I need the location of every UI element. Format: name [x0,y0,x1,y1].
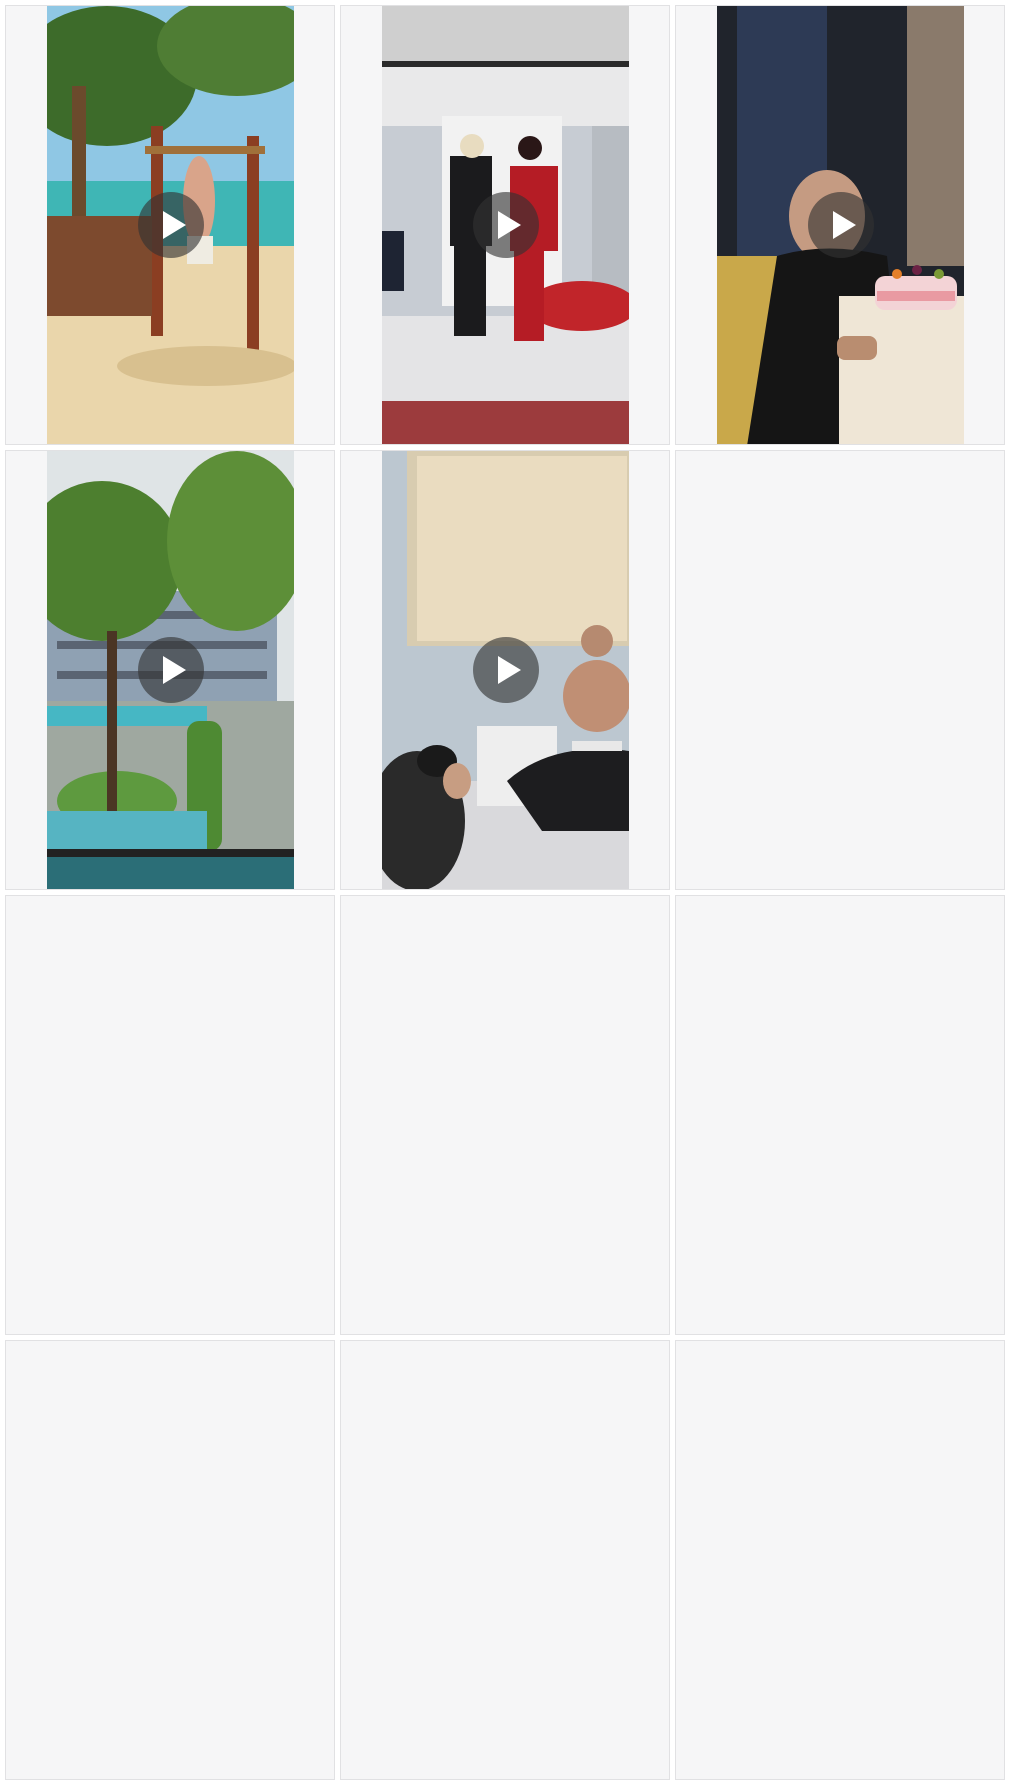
placeholder-tile [675,450,1005,890]
video-tile[interactable] [340,5,670,445]
video-thumbnail [382,451,629,889]
placeholder-tile [340,895,670,1335]
placeholder-tile [675,1340,1005,1780]
video-tile[interactable] [675,5,1005,445]
video-tile[interactable] [340,450,670,890]
video-thumbnail [382,6,629,444]
play-icon [832,211,856,239]
video-thumbnail [47,451,294,889]
play-icon [162,656,186,684]
play-button[interactable] [807,192,874,258]
media-grid [5,5,1005,1780]
play-button[interactable] [472,637,539,703]
video-tile[interactable] [5,450,335,890]
video-thumbnail [717,6,964,444]
play-icon [162,211,186,239]
play-button[interactable] [137,192,204,258]
play-icon [497,211,521,239]
play-button[interactable] [137,637,204,703]
placeholder-tile [340,1340,670,1780]
placeholder-tile [5,895,335,1335]
placeholder-tile [675,895,1005,1335]
video-tile[interactable] [5,5,335,445]
play-icon [497,656,521,684]
video-thumbnail [47,6,294,444]
placeholder-tile [5,1340,335,1780]
play-button[interactable] [472,192,539,258]
